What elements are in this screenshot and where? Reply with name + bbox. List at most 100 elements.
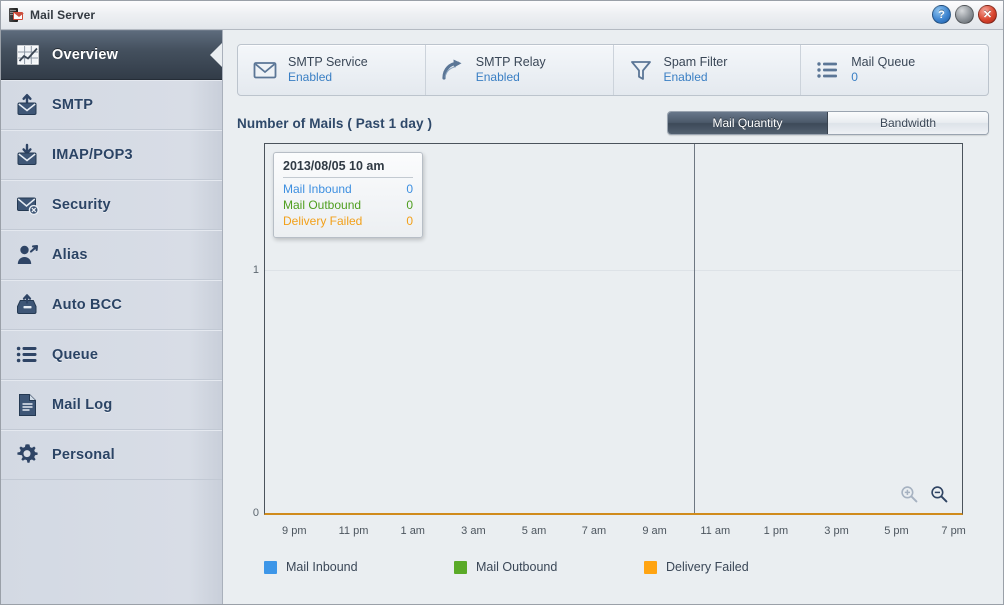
tooltip-series-value: 0 [406, 214, 413, 229]
status-label: SMTP Relay [475, 55, 546, 70]
tooltip-series-value: 0 [406, 182, 413, 196]
window-controls: ? ✕ [932, 5, 997, 24]
status-cell-mail-queue[interactable]: Mail Queue 0 [801, 45, 988, 95]
x-axis-tick: 1 am [400, 525, 425, 537]
sidebar-item-label: IMAP/POP3 [52, 147, 133, 163]
chart-zoom-controls [900, 485, 948, 503]
tooltip-series-label: Delivery Failed [283, 214, 363, 229]
sidebar-item-label: Personal [52, 447, 115, 463]
sidebar-item-label: Mail Log [52, 397, 113, 413]
sidebar-item-alias[interactable]: Alias [1, 230, 222, 280]
content-area: SMTP Service Enabled SMTP Relay Enabled … [223, 30, 1003, 604]
list-icon [815, 57, 841, 83]
legend-item-delivery-failed[interactable]: Delivery Failed [644, 560, 834, 574]
status-cell-smtp-relay[interactable]: SMTP Relay Enabled [426, 45, 614, 95]
legend-swatch [454, 560, 467, 574]
gridline-y1 [265, 270, 962, 272]
x-axis-tick: 11 pm [338, 525, 369, 537]
status-value: 0 [851, 70, 858, 85]
status-panel: SMTP Service Enabled SMTP Relay Enabled … [237, 44, 989, 96]
tooltip-row: Mail Inbound 0 [283, 181, 413, 197]
envelope-icon [252, 57, 278, 83]
sidebar-item-overview[interactable]: Overview [1, 30, 222, 80]
sidebar: Overview SMTP IMAP/POP3 Security Alias A… [1, 30, 223, 604]
x-axis-tick: 5 am [521, 525, 547, 537]
status-label: Spam Filter [663, 55, 728, 70]
gear-icon [15, 442, 41, 468]
tooltip-row: Delivery Failed 0 [283, 213, 413, 229]
gridline-day-boundary [693, 144, 695, 513]
minimize-button[interactable] [955, 5, 974, 24]
legend-swatch [264, 560, 277, 574]
sidebar-item-label: Queue [52, 347, 99, 363]
tooltip-title: 2013/08/05 10 am [283, 159, 413, 178]
user-arrow-icon [15, 242, 41, 268]
mail-download-icon [15, 142, 41, 168]
status-cell-spam-filter[interactable]: Spam Filter Enabled [614, 45, 802, 95]
funnel-icon [628, 57, 654, 83]
sidebar-item-security[interactable]: Security [1, 180, 222, 230]
zoom-in-button[interactable] [900, 485, 918, 503]
x-axis-tick: 7 pm [941, 525, 966, 537]
tray-arrow-icon [15, 292, 41, 318]
legend-item-mail-inbound[interactable]: Mail Inbound [264, 560, 454, 574]
tab-bandwidth[interactable]: Bandwidth [828, 112, 988, 134]
status-label: SMTP Service [288, 55, 368, 70]
tooltip-series-label: Mail Outbound [283, 198, 362, 213]
chart-tooltip: 2013/08/05 10 am Mail Inbound 0 Mail Out… [273, 152, 423, 238]
mail-server-icon [8, 7, 24, 23]
sidebar-item-personal[interactable]: Personal [1, 430, 222, 480]
legend-item-mail-outbound[interactable]: Mail Outbound [454, 560, 644, 574]
x-axis-tick: 3 am [461, 525, 486, 537]
tooltip-row: Mail Outbound 0 [283, 197, 413, 213]
chart-mode-toggle: Mail Quantity Bandwidth [667, 111, 989, 135]
sidebar-item-label: SMTP [52, 97, 94, 113]
status-label: Mail Queue [851, 55, 916, 70]
title-bar: Mail Server ? ✕ [1, 1, 1003, 30]
tab-mail-quantity[interactable]: Mail Quantity [668, 112, 828, 134]
tooltip-series-label: Mail Inbound [283, 182, 352, 196]
mail-block-icon [15, 192, 41, 218]
x-axis-tick: 3 pm [824, 525, 849, 537]
y-axis-tick: 1 [252, 264, 259, 277]
sidebar-item-label: Overview [52, 47, 119, 63]
x-axis-tick: 9 am [642, 525, 667, 537]
tooltip-series-value: 0 [406, 198, 413, 213]
close-button[interactable]: ✕ [978, 5, 997, 24]
sidebar-item-imap-pop3[interactable]: IMAP/POP3 [1, 130, 222, 180]
window-body: Overview SMTP IMAP/POP3 Security Alias A… [1, 30, 1003, 604]
x-axis-tick: 9 pm [282, 525, 307, 537]
sidebar-item-label: Security [52, 197, 111, 213]
sidebar-item-queue[interactable]: Queue [1, 330, 222, 380]
zoom-out-button[interactable] [930, 485, 948, 503]
page-title: Number of Mails ( Past 1 day ) [237, 115, 433, 131]
x-axis-tick: 1 pm [763, 525, 789, 537]
sidebar-item-label: Auto BCC [52, 297, 123, 313]
list-icon [15, 342, 41, 368]
relay-arrow-icon [440, 57, 466, 83]
legend-swatch [644, 560, 657, 574]
sidebar-item-smtp[interactable]: SMTP [1, 80, 222, 130]
legend-label: Mail Outbound [476, 560, 558, 574]
status-value: Enabled [288, 70, 333, 85]
help-button[interactable]: ? [932, 5, 951, 24]
chart-plot-area[interactable]: 1 0 9 pm 11 pm 1 am 3 am 5 am 7 am 9 am … [253, 143, 966, 537]
legend-label: Delivery Failed [666, 560, 749, 574]
chart-container: 1 0 9 pm 11 pm 1 am 3 am 5 am 7 am 9 am … [237, 140, 989, 604]
document-icon [15, 392, 41, 418]
x-axis-tick: 7 am [581, 525, 607, 537]
chart-header: Number of Mails ( Past 1 day ) Mail Quan… [237, 106, 989, 140]
y-axis-tick: 0 [252, 507, 259, 519]
sidebar-item-auto-bcc[interactable]: Auto BCC [1, 280, 222, 330]
x-axis-tick: 5 pm [884, 525, 909, 537]
chart-grid-icon [15, 42, 41, 68]
sidebar-item-label: Alias [52, 247, 88, 263]
status-value: Enabled [663, 70, 708, 85]
sidebar-item-mail-log[interactable]: Mail Log [1, 380, 222, 430]
status-value: Enabled [475, 70, 520, 85]
chart-legend: Mail Inbound Mail Outbound Delivery Fail… [264, 556, 963, 578]
mail-upload-icon [15, 92, 41, 118]
window-title: Mail Server [30, 8, 96, 22]
legend-label: Mail Inbound [286, 560, 358, 574]
status-cell-smtp-service[interactable]: SMTP Service Enabled [238, 45, 426, 95]
